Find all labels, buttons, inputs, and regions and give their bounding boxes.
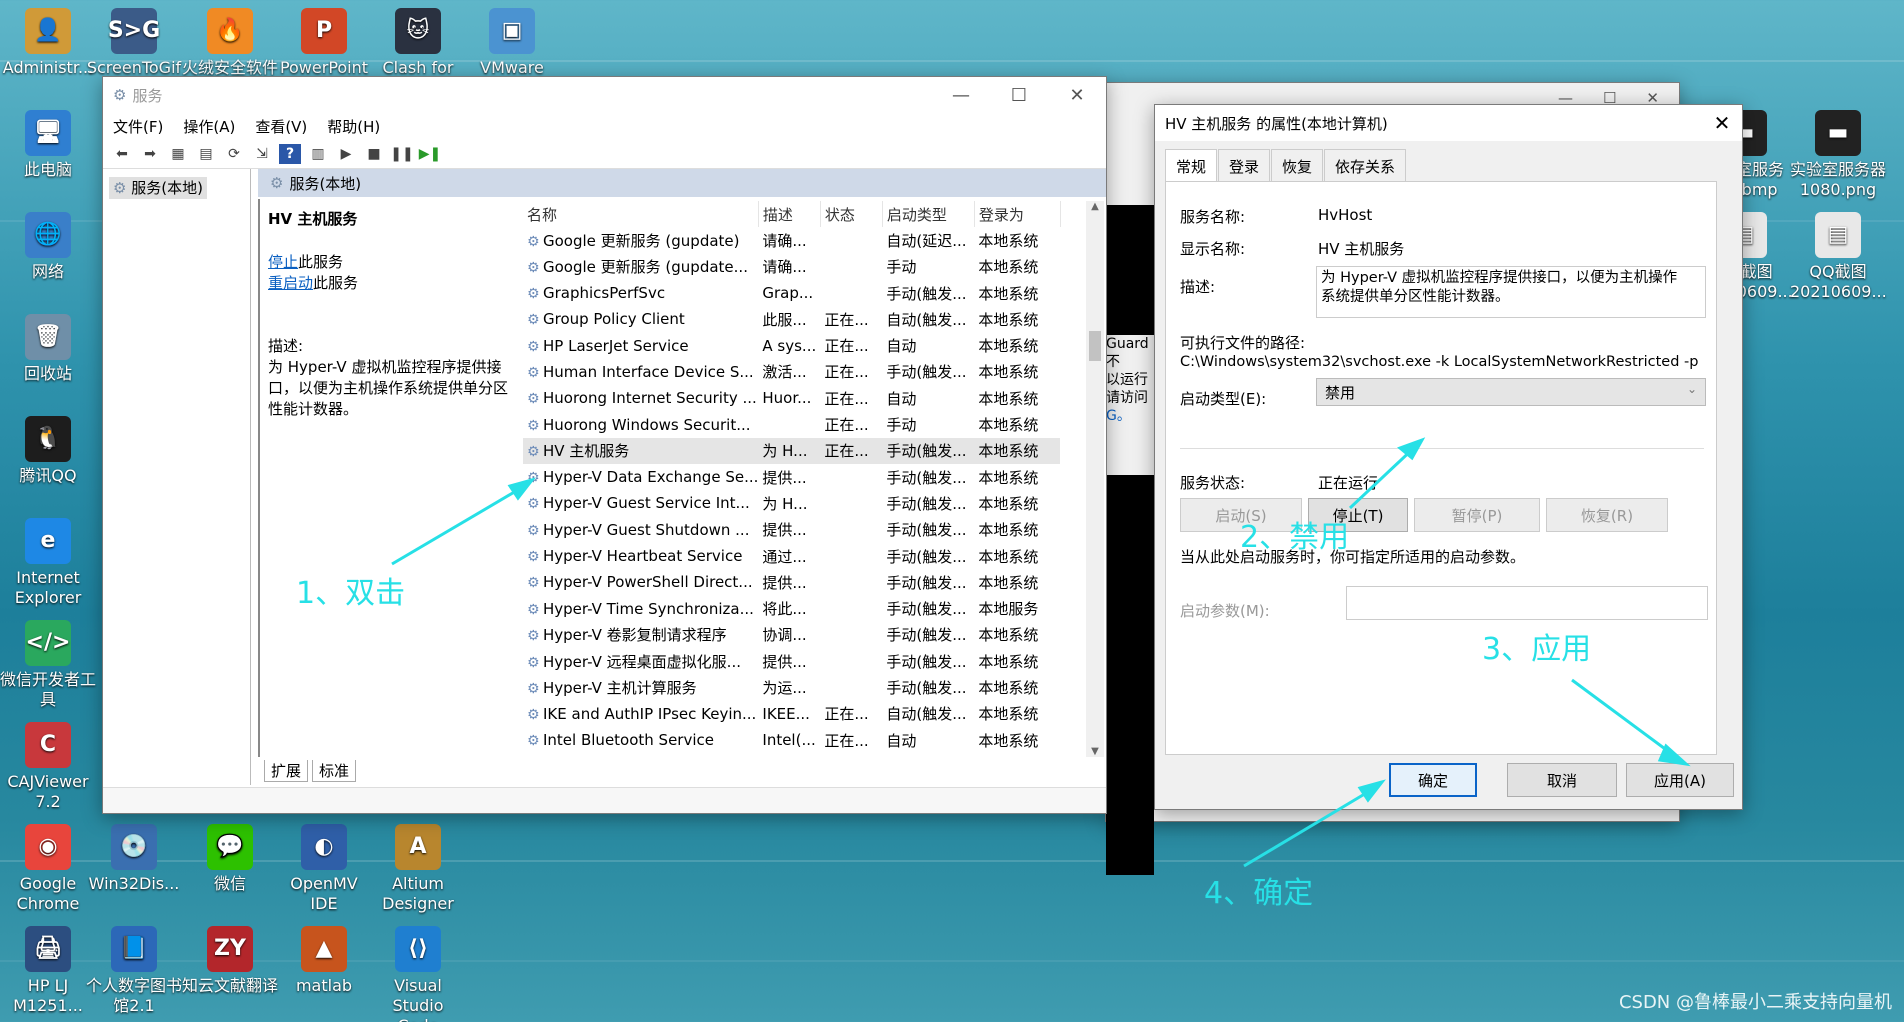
annotation-step4: 4、确定: [1204, 876, 1314, 911]
arrow-step1-head: [507, 477, 536, 501]
annotation-step2: 2、禁用: [1240, 520, 1350, 555]
arrow-step4-head: [1357, 779, 1386, 803]
annotation-arrows: [391, 437, 1691, 868]
desktop: { "desktop_icons": [ {"label": "Administ…: [0, 0, 1904, 1022]
arrow-step4: [1243, 784, 1379, 868]
annotation-step1: 1、双击: [296, 576, 406, 611]
arrow-step1: [391, 482, 529, 566]
arrow-step3-head: [1657, 743, 1691, 767]
annotation-step3: 3、应用: [1482, 632, 1592, 667]
arrow-step2-head: [1397, 437, 1426, 461]
csdn-watermark: CSDN @鲁棒最小二乘支持向量机: [1618, 992, 1892, 1013]
